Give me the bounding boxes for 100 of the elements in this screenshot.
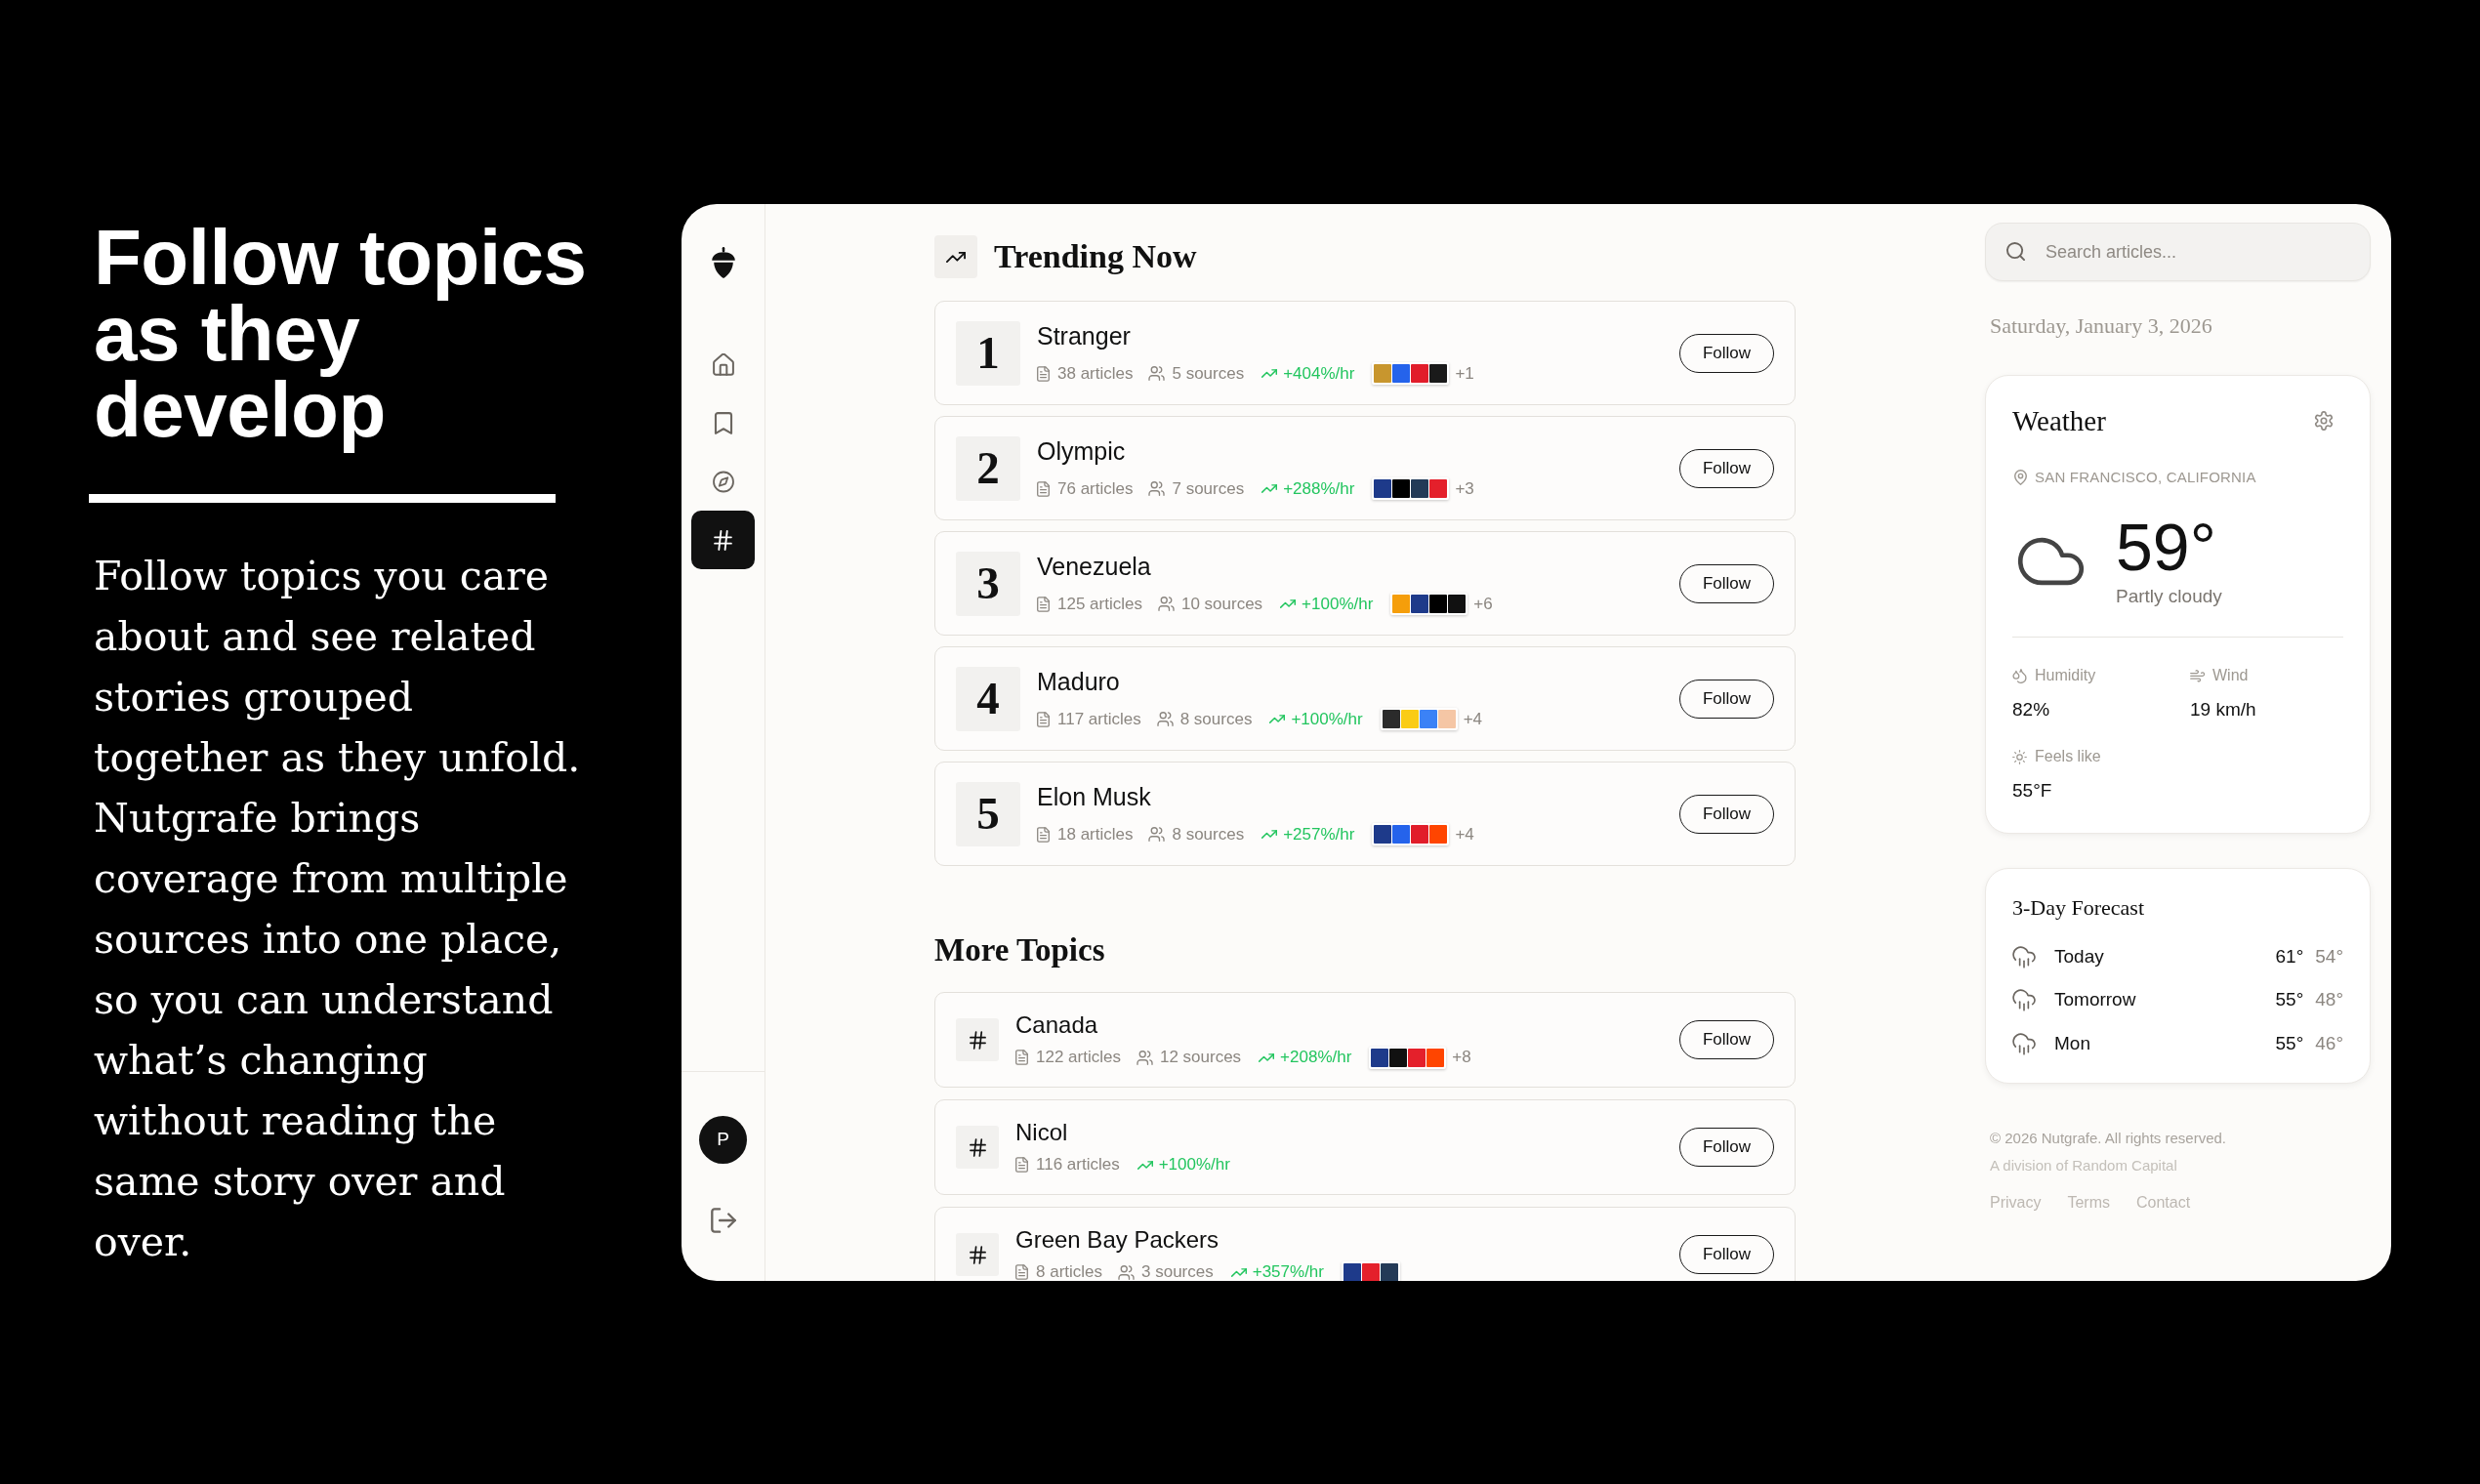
- source-count: 12 sources: [1159, 1047, 1242, 1068]
- wind-icon: [2190, 668, 2205, 683]
- document-icon: [1037, 596, 1050, 612]
- trend-rate: +257%/hr: [1283, 823, 1355, 845]
- cloud-icon: [2017, 536, 2085, 586]
- high-temp: 61°: [2275, 944, 2304, 969]
- trending-up-icon: [1261, 484, 1278, 493]
- source-count: 10 sources: [1180, 593, 1263, 615]
- rain-cloud-icon: [2012, 1032, 2036, 1055]
- location-pin-icon: [2014, 470, 2027, 485]
- rain-cloud-icon: [2012, 989, 2036, 1011]
- topic-title: Stranger: [1037, 320, 1132, 350]
- day-label: Mon: [2054, 1031, 2090, 1055]
- acorn-logo-icon: [709, 247, 737, 278]
- article-count: 76 articles: [1057, 477, 1134, 500]
- article-count: 122 articles: [1036, 1047, 1121, 1068]
- droplets-icon: [2012, 668, 2027, 683]
- temperature: 59°: [2116, 514, 2217, 580]
- trending-up-icon: [1261, 830, 1278, 839]
- section-title: Trending Now: [994, 237, 1197, 276]
- condition-text: Partly cloudy: [2116, 585, 2222, 608]
- location-text: SAN FRANCISCO, CALIFORNIA: [2035, 468, 2256, 487]
- hash-icon: [956, 1126, 999, 1169]
- trending-up-icon: [1261, 369, 1278, 378]
- avatar[interactable]: P: [699, 1116, 747, 1164]
- document-icon: [1015, 1264, 1028, 1280]
- more-sources-count: +6: [1473, 593, 1493, 615]
- card-title: 3-Day Forecast: [2012, 894, 2145, 922]
- rank-number: 4: [956, 666, 1020, 731]
- source-count: 5 sources: [1172, 362, 1245, 385]
- home-icon: [712, 352, 734, 376]
- intro-text: Follow topics you care about and see related stories grouped together as they unfold. Nutgrafe brings coverage from multiple sources into one place, so you can understand what’s changing without reading the same story over and over.: [94, 552, 582, 1267]
- article-count: 116 articles: [1036, 1154, 1120, 1175]
- topic-title: Green Bay Packers: [1015, 1225, 1220, 1255]
- more-sources-count: +4: [1463, 708, 1483, 730]
- sun-icon: [2012, 749, 2027, 764]
- more-sources-count: +3: [1455, 477, 1474, 500]
- stat-label: Wind: [2212, 666, 2249, 685]
- day-label: Tomorrow: [2054, 988, 2136, 1012]
- rank-number: 2: [956, 435, 1020, 501]
- stat-value: 19 km/h: [2190, 698, 2257, 721]
- document-icon: [1037, 711, 1050, 727]
- sidebar-item[interactable]: [691, 511, 755, 569]
- division-text: A division of Random Capital: [1990, 1156, 2178, 1175]
- people-icon: [1136, 1050, 1153, 1065]
- copyright-text: © 2026 Nutgrafe. All rights reserved.: [1990, 1129, 2227, 1148]
- source-count: 8 sources: [1172, 823, 1245, 845]
- search-icon: [2006, 242, 2025, 261]
- logout-icon[interactable]: [710, 1208, 736, 1233]
- stat-label: Humidity: [2035, 666, 2096, 685]
- topic-title: Elon Musk: [1037, 781, 1152, 811]
- document-icon: [1037, 365, 1050, 382]
- settings-icon[interactable]: [2314, 411, 2334, 431]
- trend-rate: +357%/hr: [1252, 1261, 1324, 1281]
- people-icon: [1156, 712, 1174, 726]
- bookmark-icon: [712, 411, 734, 434]
- hash-icon: [714, 529, 732, 551]
- trend-rate: +100%/hr: [1291, 708, 1363, 730]
- people-icon: [1148, 481, 1166, 496]
- trend-rate: +404%/hr: [1283, 362, 1355, 385]
- article-count: 117 articles: [1057, 708, 1141, 730]
- topic-title: Venezuela: [1037, 551, 1152, 581]
- stat-label: Feels like: [2035, 747, 2101, 766]
- article-count: 125 articles: [1057, 593, 1142, 615]
- topic-title: Nicol: [1015, 1118, 1069, 1147]
- stat-value: 55°F: [2012, 779, 2053, 803]
- trend-rate: +100%/hr: [1302, 593, 1374, 615]
- article-count: 18 articles: [1057, 823, 1134, 845]
- trend-rate: +208%/hr: [1280, 1047, 1352, 1068]
- date-text: Saturday, January 3, 2026: [1990, 312, 2213, 340]
- people-icon: [1148, 366, 1166, 381]
- topic-title: Canada: [1015, 1010, 1099, 1040]
- trending-up-icon: [1137, 1160, 1153, 1170]
- document-icon: [1015, 1157, 1028, 1173]
- trend-rate: +100%/hr: [1158, 1154, 1230, 1175]
- intro-heading: Follow topics as they develop: [94, 220, 588, 455]
- rain-cloud-icon: [2012, 945, 2036, 969]
- trending-up-icon: [1230, 1267, 1247, 1277]
- rank-number: 1: [956, 320, 1020, 386]
- trend-rate: +288%/hr: [1283, 477, 1355, 500]
- article-count: 8 articles: [1036, 1261, 1103, 1281]
- search-field[interactable]: Search articles...: [1985, 223, 2371, 281]
- low-temp: 46°: [2315, 1031, 2343, 1055]
- day-label: Today: [2054, 944, 2104, 969]
- more-sources-count: +4: [1455, 823, 1474, 845]
- section-title: More Topics: [934, 931, 1106, 969]
- people-icon: [1148, 827, 1166, 842]
- card-title: Weather: [2012, 404, 2106, 438]
- document-icon: [1037, 826, 1050, 843]
- source-count: 8 sources: [1179, 708, 1253, 730]
- source-count: 3 sources: [1141, 1261, 1214, 1281]
- source-count: 7 sources: [1172, 477, 1245, 500]
- document-icon: [1037, 480, 1050, 497]
- article-count: 38 articles: [1057, 362, 1134, 385]
- topic-title: Maduro: [1037, 666, 1121, 696]
- topic-title: Olympic: [1037, 435, 1127, 466]
- rank-number: 5: [956, 781, 1020, 846]
- hash-icon: [956, 1018, 999, 1061]
- more-sources-count: +8: [1452, 1047, 1471, 1068]
- trending-up-icon: [1259, 1052, 1275, 1062]
